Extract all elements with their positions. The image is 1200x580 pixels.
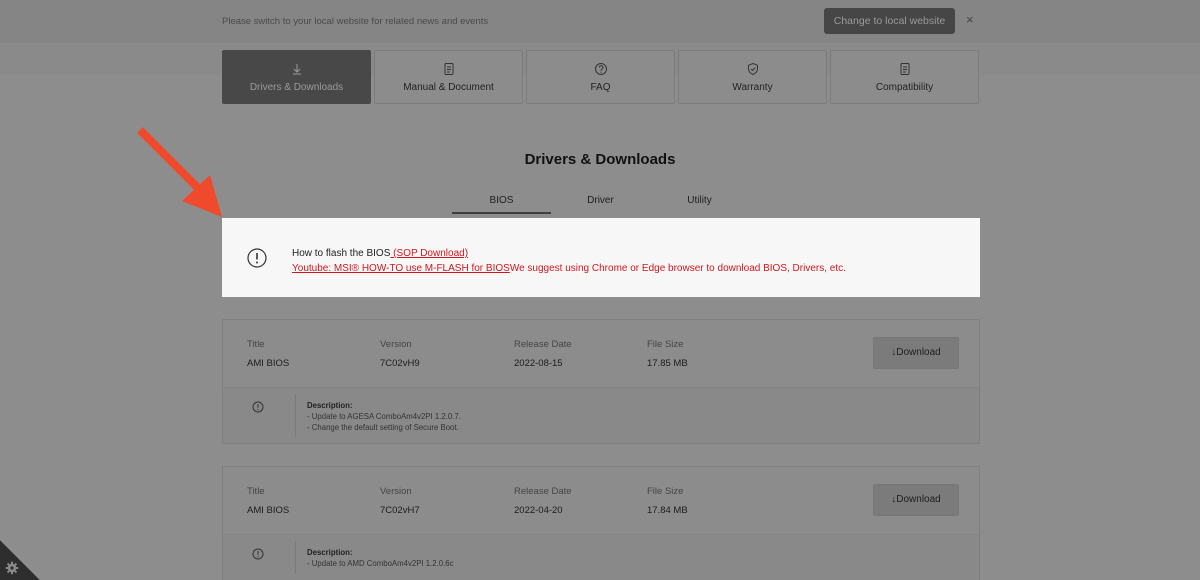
- notice-text: Please switch to your local website for …: [222, 16, 489, 27]
- sop-download-link[interactable]: (SOP Download): [390, 248, 468, 259]
- how-to-flash-text: How to flash the BIOS: [292, 248, 391, 259]
- question-icon: [594, 62, 607, 75]
- file-size-label: File Size: [647, 339, 684, 350]
- file-size-value: 17.84 MB: [647, 505, 688, 516]
- tile-manual-document[interactable]: Manual & Document: [374, 50, 523, 104]
- shield-check-icon: [747, 62, 758, 75]
- description-heading: Description:: [307, 548, 353, 557]
- bios-item-summary: Title AMI BIOS Version 7C02vH9 Release D…: [223, 320, 979, 387]
- description-line: - Change the default setting of Secure B…: [307, 423, 459, 432]
- release-date-label: Release Date: [514, 486, 572, 497]
- tab-driver[interactable]: Driver: [551, 192, 650, 214]
- local-site-notice-bar: Please switch to your local website for …: [0, 0, 1200, 43]
- alert-text: How to flash the BIOS (SOP Download) You…: [292, 247, 846, 276]
- description-line: - Update to AGESA ComboAm4v2PI 1.2.0.7.: [307, 412, 461, 421]
- description-line: - Update to AMD ComboAm4v2PI 1.2.0.6c: [307, 559, 454, 568]
- info-circle-icon: [252, 401, 264, 413]
- tile-warranty[interactable]: Warranty: [678, 50, 827, 104]
- release-date-column: Release Date 2022-08-15: [514, 339, 572, 369]
- change-to-local-website-button[interactable]: Change to local website: [824, 8, 955, 34]
- close-notice-icon[interactable]: ×: [966, 13, 974, 27]
- title-label: Title: [247, 339, 265, 350]
- title-column: Title AMI BIOS: [247, 339, 289, 369]
- download-button[interactable]: ↓Download: [873, 484, 959, 516]
- gear-icon: [5, 561, 19, 575]
- version-column: Version 7C02vH7: [380, 486, 420, 516]
- description-heading: Description:: [307, 401, 353, 410]
- exclamation-circle-icon: [247, 248, 267, 268]
- download-label: Download: [896, 347, 941, 358]
- release-date-value: 2022-08-15: [514, 358, 563, 369]
- description-divider: [295, 541, 296, 574]
- tile-label: Drivers & Downloads: [249, 81, 344, 93]
- tab-bios[interactable]: BIOS: [452, 192, 551, 214]
- annotation-arrow-icon: [137, 127, 222, 217]
- download-icon: [292, 63, 301, 74]
- tile-faq[interactable]: FAQ: [526, 50, 675, 104]
- page: Please switch to your local website for …: [0, 0, 1200, 580]
- bios-item-description: Description: - Update to AMD ComboAm4v2P…: [223, 534, 979, 580]
- release-date-value: 2022-04-20: [514, 505, 563, 516]
- bios-item-summary: Title AMI BIOS Version 7C02vH7 Release D…: [223, 467, 979, 534]
- release-date-label: Release Date: [514, 339, 572, 350]
- tile-drivers-downloads[interactable]: Drivers & Downloads: [222, 50, 371, 104]
- document-icon: [900, 62, 909, 75]
- tile-label: Compatibility: [875, 81, 934, 93]
- description-divider: [295, 394, 296, 437]
- version-label: Version: [380, 486, 412, 497]
- file-size-column: File Size 17.84 MB: [647, 486, 688, 516]
- version-label: Version: [380, 339, 412, 350]
- tile-compatibility[interactable]: Compatibility: [830, 50, 979, 104]
- file-size-label: File Size: [647, 486, 684, 497]
- support-nav: Drivers & Downloads Manual & Document FA…: [222, 50, 979, 104]
- document-icon: [444, 62, 453, 75]
- version-value: 7C02vH7: [380, 505, 420, 516]
- description-text: Description: - Update to AGESA ComboAm4v…: [307, 400, 461, 433]
- description-text: Description: - Update to AMD ComboAm4v2P…: [307, 547, 453, 569]
- bios-item-card: Title AMI BIOS Version 7C02vH9 Release D…: [222, 319, 980, 444]
- browser-suggestion-text: We suggest using Chrome or Edge browser …: [509, 262, 846, 274]
- youtube-mflash-link[interactable]: Youtube: MSI® HOW-TO use M-FLASH for BIO…: [292, 263, 510, 274]
- tab-utility[interactable]: Utility: [650, 192, 749, 214]
- bios-item-card: Title AMI BIOS Version 7C02vH7 Release D…: [222, 466, 980, 580]
- bios-flash-alert: How to flash the BIOS (SOP Download) You…: [222, 218, 980, 297]
- bios-item-description: Description: - Update to AGESA ComboAm4v…: [223, 387, 979, 443]
- version-column: Version 7C02vH9: [380, 339, 420, 369]
- tile-label: FAQ: [590, 81, 611, 93]
- title-value: AMI BIOS: [247, 358, 290, 369]
- file-size-value: 17.85 MB: [647, 358, 688, 369]
- title-column: Title AMI BIOS: [247, 486, 289, 516]
- title-label: Title: [247, 486, 265, 497]
- download-type-tabs: BIOS Driver Utility: [452, 192, 749, 214]
- info-circle-icon: [252, 548, 264, 560]
- file-size-column: File Size 17.85 MB: [647, 339, 688, 369]
- download-label: Download: [896, 494, 941, 505]
- release-date-column: Release Date 2022-04-20: [514, 486, 572, 516]
- tile-label: Manual & Document: [403, 81, 494, 93]
- title-value: AMI BIOS: [247, 505, 290, 516]
- version-value: 7C02vH9: [380, 358, 420, 369]
- tile-label: Warranty: [732, 81, 773, 93]
- settings-corner[interactable]: [0, 540, 40, 580]
- download-button[interactable]: ↓Download: [873, 337, 959, 369]
